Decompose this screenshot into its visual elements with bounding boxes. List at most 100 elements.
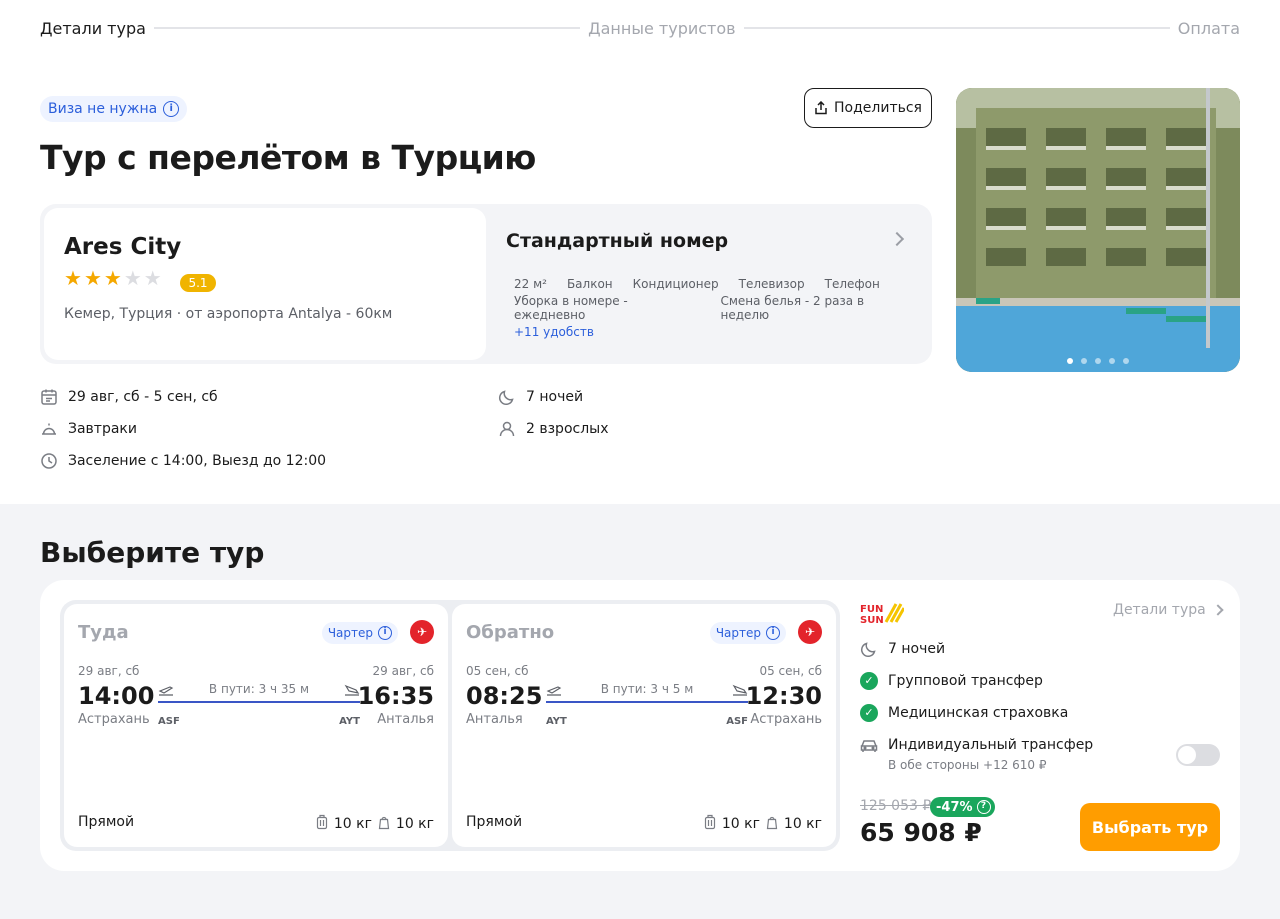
carousel-dot[interactable] (1095, 358, 1101, 364)
share-label: Поделиться (834, 100, 922, 116)
fact-nights-text: 7 ночей (526, 389, 584, 405)
arrival-time: 16:35 (357, 682, 434, 710)
airline-logo-icon: ✈ (410, 620, 434, 644)
individual-transfer-toggle[interactable] (1176, 744, 1220, 766)
cloche-icon (40, 420, 58, 438)
carousel-dot[interactable] (1123, 358, 1129, 364)
tour-details-link[interactable]: Детали тура (1113, 602, 1224, 618)
current-price: 65 908 ₽ (860, 818, 982, 847)
amenities-row: 22 м² Балкон Кондиционер Телевизор Телефон (514, 272, 914, 296)
individual-transfer-price: В обе стороны +12 610 ₽ (888, 758, 1047, 772)
step-payment: Оплата (1177, 18, 1240, 38)
select-tour-button[interactable]: Выбрать тур (1080, 803, 1220, 851)
charter-badge[interactable]: Чартер i (709, 622, 786, 644)
share-icon (815, 101, 827, 115)
discount-value: -47% (936, 799, 973, 815)
insurance-text: Медицинская страховка (888, 705, 1069, 721)
amenity-item: Кондиционер (632, 277, 719, 291)
flight-return[interactable]: Обратно Чартер i ✈ 05 сен, сб 05 сен, сб… (452, 604, 836, 847)
airline-logo-icon: ✈ (798, 620, 822, 644)
star-empty-icon: ★ (143, 266, 162, 290)
charter-label: Чартер (715, 626, 761, 640)
departure-city: Астрахань (78, 712, 150, 727)
hotel-location: Кемер, Турция · от аэропорта Antalya - 6… (64, 306, 393, 322)
offer-nights: 7 ночей (860, 640, 945, 658)
amenity-item: Балкон (566, 277, 613, 291)
checked-bag-weight: 10 кг (721, 816, 760, 832)
fact-nights: 7 ночей (498, 388, 583, 406)
baggage-info: 10 кг 10 кг (316, 814, 434, 834)
flight-outbound[interactable]: Туда Чартер i ✈ 29 авг, сб 29 авг, сб 14… (64, 604, 448, 847)
amenity-item: 22 м² (514, 277, 547, 291)
chevron-right-icon[interactable] (889, 231, 905, 247)
departure-city: Анталья (466, 712, 523, 727)
info-icon[interactable]: i (766, 626, 780, 640)
star-filled-icon: ★ (103, 266, 122, 290)
fact-meal: Завтраки (40, 420, 137, 438)
checked-bag-weight: 10 кг (333, 816, 372, 832)
charter-badge[interactable]: Чартер i (321, 622, 398, 644)
user-icon (498, 420, 516, 438)
offer-group-transfer: ✓ Групповой трансфер (860, 672, 1043, 690)
departure-time: 08:25 (466, 682, 543, 710)
room-title[interactable]: Стандартный номер (506, 230, 728, 252)
share-button[interactable]: Поделиться (804, 88, 932, 128)
carousel-dot[interactable] (1109, 358, 1115, 364)
flight-duration: В пути: 3 ч 35 м (208, 682, 310, 696)
route-line (546, 701, 748, 703)
moon-icon (498, 388, 516, 406)
charter-label: Чартер (327, 626, 373, 640)
step-tour-details[interactable]: Детали тура (40, 19, 146, 38)
fact-dates-text: 29 авг, сб - 5 сен, сб (68, 389, 218, 405)
flight-type: Прямой (466, 814, 523, 830)
star-filled-icon: ★ (83, 266, 102, 290)
more-amenities-link[interactable]: +11 удобств (514, 320, 914, 344)
landing-icon (344, 684, 360, 699)
star-filled-icon: ★ (64, 266, 82, 290)
info-icon[interactable]: i (378, 626, 392, 640)
moon-icon (860, 640, 878, 658)
arrival-date: 29 авг, сб (372, 664, 434, 678)
clock-icon (40, 452, 58, 470)
departure-time: 14:00 (78, 682, 155, 710)
discount-badge[interactable]: -47% ? (930, 797, 995, 817)
amenities-row: Уборка в номере - ежедневно Смена белья -… (514, 294, 914, 322)
step-tourist-data: Данные туристов (588, 18, 736, 38)
old-price: 125 053 ₽ (860, 798, 932, 814)
svg-text:FUN: FUN (860, 604, 883, 615)
landing-icon (732, 684, 748, 699)
hotel-stars: ★ ★ ★ ★ ★ (64, 268, 162, 288)
hotel-photo-carousel[interactable] (956, 88, 1240, 372)
fact-checkin: Заселение с 14:00, Выезд до 12:00 (40, 452, 326, 470)
arrival-date: 05 сен, сб (759, 664, 822, 678)
calendar-icon (40, 388, 58, 406)
suitcase-icon (704, 814, 716, 834)
hotel-card[interactable]: Ares City ★ ★ ★ ★ ★ 5.1 Кемер, Турция · от а… (44, 208, 486, 360)
flight-direction: Туда (78, 622, 129, 643)
hand-luggage-icon (766, 814, 778, 834)
offer-nights-text: 7 ночей (888, 641, 946, 657)
tour-offer-panel: Туда Чартер i ✈ 29 авг, сб 29 авг, сб 14… (40, 580, 1240, 871)
fact-dates: 29 авг, сб - 5 сен, сб (40, 388, 218, 406)
visa-badge-label: Виза не нужна (48, 101, 158, 117)
stepper-line (743, 27, 1170, 29)
carousel-dot[interactable] (1067, 358, 1073, 364)
car-icon (860, 736, 878, 754)
hand-bag-weight: 10 кг (783, 816, 822, 832)
page-title: Тур с перелётом в Турцию (40, 138, 536, 177)
offer-insurance: ✓ Медицинская страховка (860, 704, 1068, 722)
carousel-dots (956, 358, 1240, 364)
route-line (158, 701, 360, 703)
amenity-item: Телевизор (738, 277, 805, 291)
operator-logo: FUN SUN (860, 603, 904, 624)
flight-direction: Обратно (466, 622, 555, 643)
question-icon: ? (976, 800, 991, 814)
visa-badge[interactable]: Виза не нужна i (40, 96, 188, 122)
check-icon: ✓ (860, 672, 878, 690)
info-icon[interactable]: i (163, 101, 180, 117)
flight-type: Прямой (78, 814, 135, 830)
arrival-city: Астрахань (750, 712, 822, 727)
carousel-dot[interactable] (1081, 358, 1087, 364)
hotel-photo (956, 88, 1240, 372)
fact-checkin-text: Заселение с 14:00, Выезд до 12:00 (68, 453, 327, 469)
